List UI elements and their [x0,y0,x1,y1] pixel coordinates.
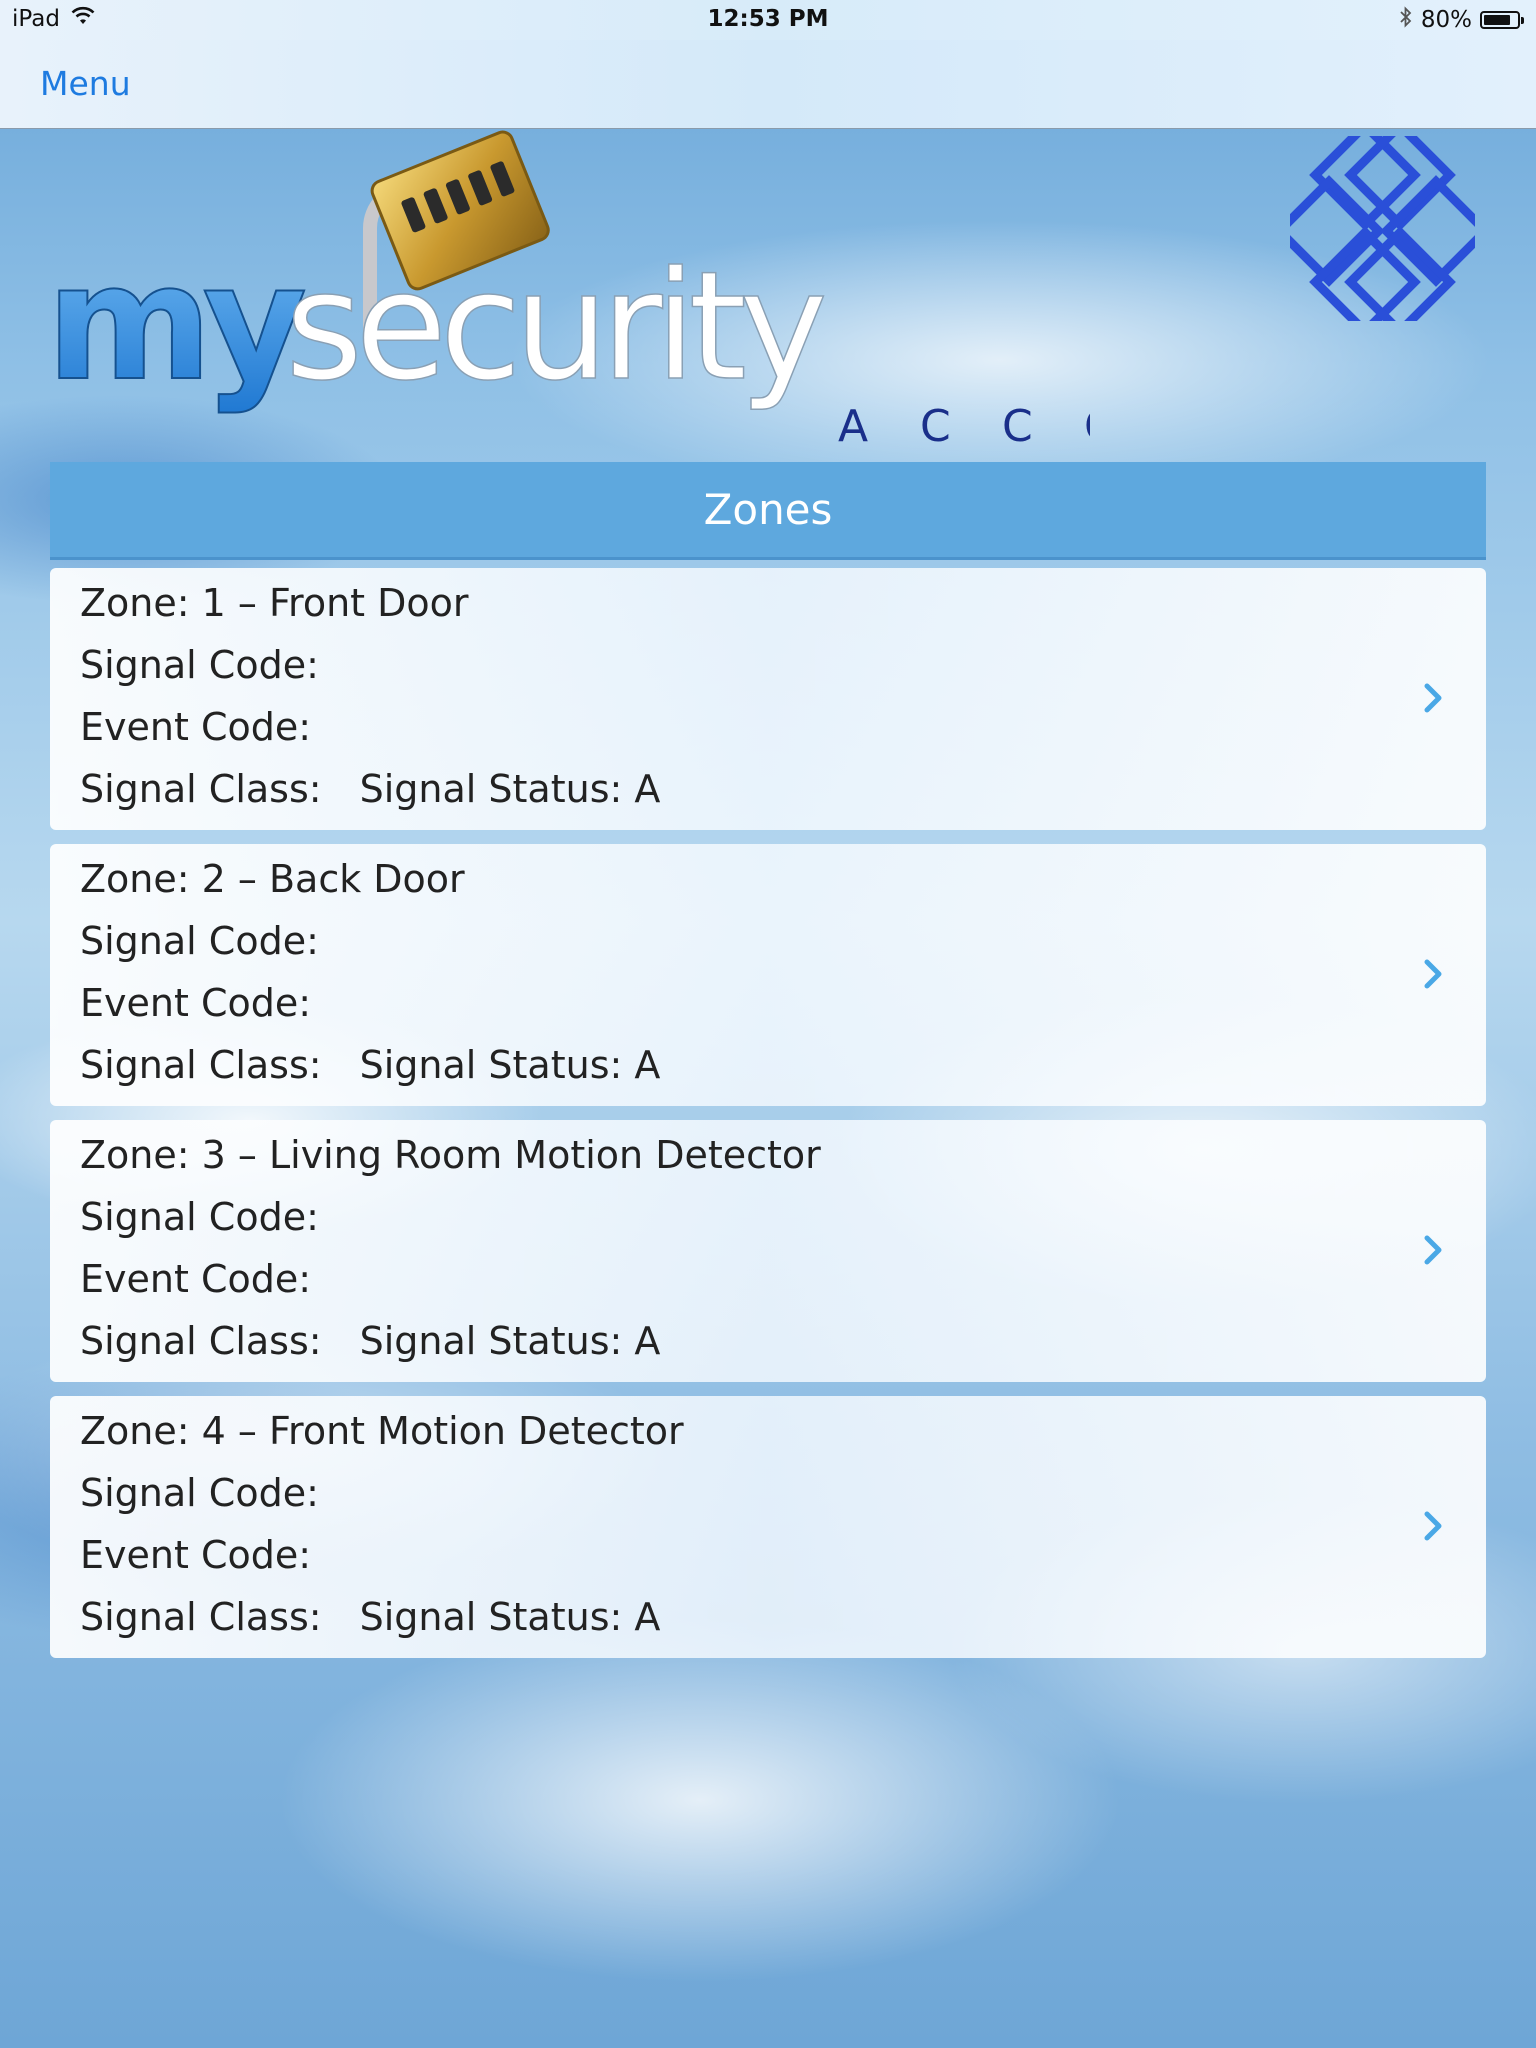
mysecurity-account-logo: my security ACCOUNT [40,128,1357,458]
zone-row[interactable]: Zone: 2 – Back Door Signal Code: Event C… [50,844,1486,1106]
logo-word-security: security [285,240,824,414]
signal-status-label: Signal Status: A [359,1319,661,1363]
logo-account-letter: C [1002,401,1033,452]
menu-button[interactable]: Menu [40,64,131,103]
status-right: 80% [1399,6,1524,34]
signal-class-status-line: Signal Class: Signal Status: A [80,1592,660,1642]
signal-class-label: Signal Class: [80,1043,322,1087]
battery-icon [1480,11,1524,29]
chevron-right-icon [1424,683,1442,713]
navigation-bar: Menu [0,40,1536,129]
signal-class-label: Signal Class: [80,767,322,811]
battery-tip [1521,17,1524,24]
chevron-right-icon [1424,1235,1442,1265]
zones-header: Zones [50,462,1486,560]
status-time: 12:53 PM [707,6,829,32]
signal-class-status-line: Signal Class: Signal Status: A [80,1316,660,1366]
signal-status-label: Signal Status: A [359,767,661,811]
event-code-label: Event Code: [80,1533,312,1577]
zones-title: Zones [703,485,833,534]
event-code-label: Event Code: [80,1257,312,1301]
logo-word-my: my [46,229,305,416]
signal-class-status-line: Signal Class: Signal Status: A [80,764,660,814]
logo-graphic: my security ACCOUNT [45,130,1357,452]
signal-status-label: Signal Status: A [359,1043,661,1087]
brand-emblem-icon [1273,119,1492,338]
event-code-label: Event Code: [80,981,312,1025]
signal-class-label: Signal Class: [80,1595,322,1639]
logo-word-account: ACCOUNT [838,401,1090,452]
signal-code-label: Signal Code: [80,643,319,687]
status-bar: iPad 12:53 PM 80% [0,0,1536,40]
zone-title: Zone: 2 – Back Door [80,857,465,901]
battery-percent: 80% [1420,7,1472,33]
chevron-right-icon [1424,959,1442,989]
zone-row[interactable]: Zone: 4 – Front Motion Detector Signal C… [50,1396,1486,1658]
zone-title: Zone: 4 – Front Motion Detector [80,1409,684,1453]
signal-code-label: Signal Code: [80,919,319,963]
zone-title: Zone: 1 – Front Door [80,581,469,625]
zone-title: Zone: 3 – Living Room Motion Detector [80,1133,821,1177]
logo-account-letter: C [920,401,951,452]
bluetooth-icon [1399,6,1413,34]
signal-status-label: Signal Status: A [359,1595,661,1639]
signal-code-label: Signal Code: [80,1195,319,1239]
logo-account-letter: O [1084,401,1090,452]
battery-fill [1484,15,1510,25]
signal-code-label: Signal Code: [80,1471,319,1515]
event-code-label: Event Code: [80,705,312,749]
zone-row[interactable]: Zone: 1 – Front Door Signal Code: Event … [50,568,1486,830]
zone-row[interactable]: Zone: 3 – Living Room Motion Detector Si… [50,1120,1486,1382]
signal-class-status-line: Signal Class: Signal Status: A [80,1040,660,1090]
chevron-right-icon [1424,1511,1442,1541]
signal-class-label: Signal Class: [80,1319,322,1363]
logo-account-letter: A [838,401,868,452]
